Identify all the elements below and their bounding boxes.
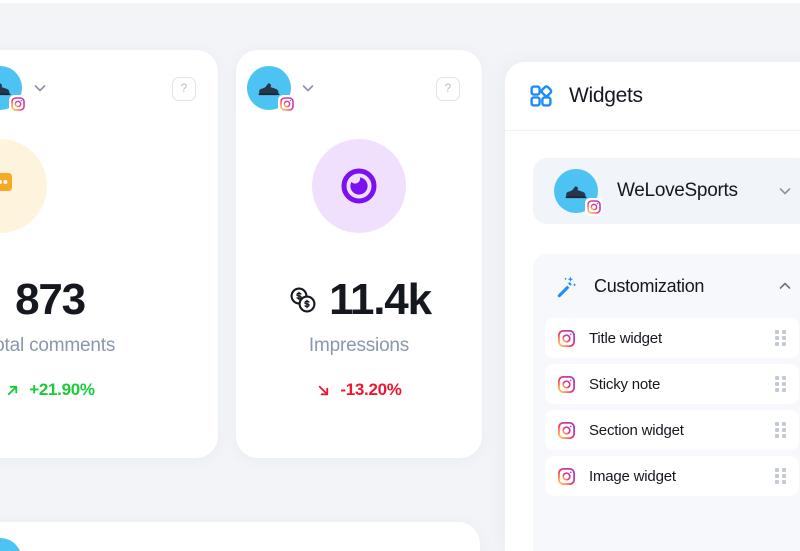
avatar[interactable]	[0, 66, 27, 113]
coins-icon	[290, 287, 316, 313]
widgets-grid-icon	[530, 85, 553, 107]
card-account-chevron-down-icon[interactable]	[300, 80, 316, 96]
metric-value-row: 11.4k	[236, 278, 482, 322]
stat-icon-halo	[312, 139, 406, 233]
drag-handle-icon[interactable]	[775, 421, 786, 439]
help-button[interactable]: ?	[172, 77, 196, 101]
widget-list: Title widget Sticky note Section widget …	[545, 318, 799, 502]
chevron-up-icon[interactable]	[777, 278, 793, 294]
customization-section-title: Customization	[594, 275, 705, 296]
instagram-icon	[557, 375, 576, 393]
metric-value: 11.4k	[329, 275, 432, 324]
arrow-down-right-icon	[319, 385, 329, 395]
card-header: ?	[0, 50, 218, 126]
list-item-label: Image widget	[589, 467, 676, 485]
eye-icon	[341, 168, 377, 204]
list-item-label: Sticky note	[589, 375, 661, 393]
arrow-up-right-icon	[8, 385, 18, 395]
instagram-glyph	[280, 97, 294, 111]
account-selector[interactable]: WeLoveSports	[533, 158, 800, 224]
instagram-icon	[557, 467, 576, 485]
list-item[interactable]: Section widget	[545, 410, 799, 450]
instagram-icon	[9, 95, 27, 113]
magic-wand-icon	[557, 276, 577, 298]
instagram-icon	[557, 421, 576, 439]
instagram-icon	[557, 329, 576, 347]
account-chevron-down-icon[interactable]	[777, 183, 793, 199]
stat-icon-halo	[0, 139, 47, 233]
instagram-glyph	[11, 97, 25, 111]
card-header: ?	[236, 50, 482, 126]
app-screen: ? 873 Total comments +21.90%	[0, 0, 800, 551]
account-avatar	[554, 169, 603, 216]
instagram-icon	[585, 198, 603, 216]
sidebar-header: Widgets	[505, 62, 800, 131]
instagram-glyph	[587, 200, 601, 214]
metric-trend-value: -13.20%	[340, 380, 402, 399]
avatar[interactable]	[247, 66, 296, 113]
metric-trend: +21.90%	[0, 380, 218, 400]
account-name: WeLoveSports	[617, 180, 738, 201]
drag-handle-icon[interactable]	[775, 375, 786, 393]
card-account-chevron-down-icon[interactable]	[32, 80, 48, 96]
avatar[interactable]	[0, 538, 22, 551]
list-item[interactable]: Sticky note	[545, 364, 799, 404]
drag-handle-icon[interactable]	[775, 467, 786, 485]
instagram-icon	[278, 95, 296, 113]
widgets-sidebar: Widgets WeLoveSports Customization Title…	[505, 62, 800, 551]
sidebar-title: Widgets	[569, 84, 643, 107]
list-item[interactable]: Title widget	[545, 318, 799, 358]
customization-section-header[interactable]: Customization	[533, 254, 800, 318]
metric-card-impressions[interactable]: ? 11.4k Impressions -13.20%	[236, 50, 482, 458]
avatar	[554, 169, 603, 216]
drag-handle-icon[interactable]	[775, 329, 786, 347]
metric-label: Impressions	[308, 335, 410, 356]
metric-value: 873	[15, 275, 86, 324]
list-item-label: Section widget	[589, 421, 684, 439]
metric-card-total-comments[interactable]: ? 873 Total comments +21.90%	[0, 50, 218, 458]
list-item-label: Title widget	[589, 329, 662, 347]
metric-trend-value: +21.90%	[29, 380, 95, 399]
list-item[interactable]: Image widget	[545, 456, 799, 496]
metric-label: Total comments	[0, 335, 116, 356]
metric-value-row: 873	[0, 278, 218, 322]
metric-trend: -13.20%	[236, 380, 482, 400]
help-button[interactable]: ?	[436, 77, 460, 101]
metric-card-partial[interactable]	[0, 522, 480, 551]
customization-section: Customization Title widget Sticky note S…	[533, 254, 800, 551]
comment-bubble-icon	[0, 173, 12, 191]
sneaker-avatar-icon	[0, 547, 13, 551]
